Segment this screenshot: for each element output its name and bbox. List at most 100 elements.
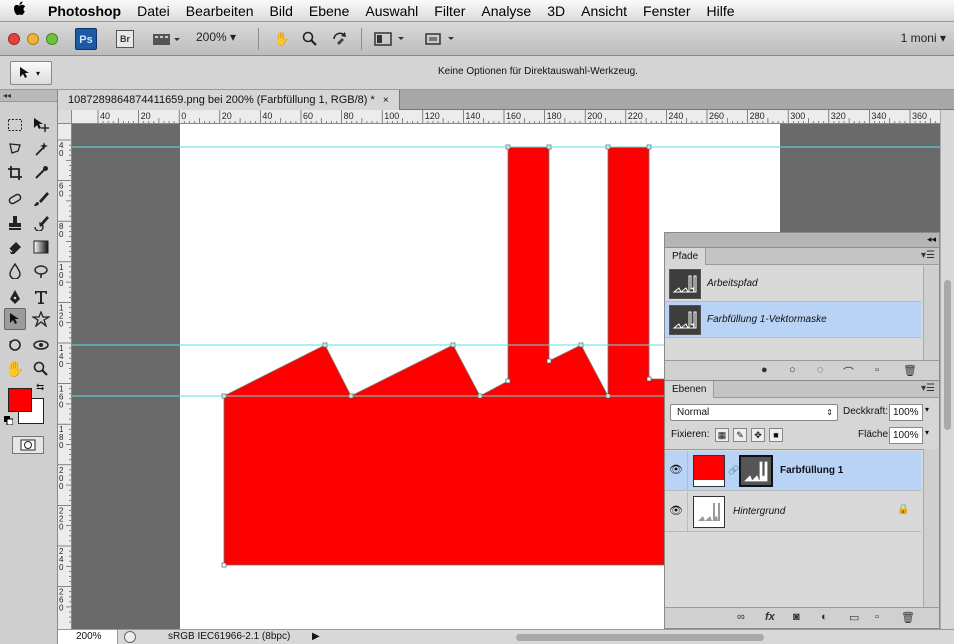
zoom-tool-icon[interactable] bbox=[298, 28, 322, 50]
collapse-panel-icon[interactable]: ◂◂ bbox=[927, 234, 936, 245]
adjustment-layer-icon[interactable]: ◐ bbox=[821, 611, 828, 623]
fill-field[interactable]: 100% bbox=[889, 427, 923, 444]
workspace-switcher[interactable]: 1 moni ▾ bbox=[901, 31, 946, 45]
layers-scrollbar[interactable] bbox=[923, 449, 939, 607]
new-path-icon[interactable]: ▫ bbox=[875, 364, 879, 376]
pen-tool-icon[interactable] bbox=[4, 286, 26, 308]
tab-pfade[interactable]: Pfade bbox=[665, 248, 707, 265]
delete-layer-icon[interactable]: 🗑 bbox=[901, 611, 915, 624]
menu-3d[interactable]: 3D bbox=[539, 3, 573, 19]
status-menu-arrow-icon[interactable]: ▶ bbox=[312, 631, 320, 642]
history-brush-tool-icon[interactable] bbox=[30, 212, 52, 234]
tab-ebenen[interactable]: Ebenen bbox=[665, 381, 715, 398]
menu-fenster[interactable]: Fenster bbox=[635, 3, 698, 19]
load-selection-icon[interactable]: ◌ bbox=[817, 364, 824, 376]
apple-menu-icon[interactable] bbox=[0, 1, 40, 21]
blur-tool-icon[interactable] bbox=[4, 260, 26, 282]
lasso-tool-icon[interactable] bbox=[4, 138, 26, 160]
fill-dropdown-icon[interactable]: ▾ bbox=[925, 428, 929, 437]
menu-auswahl[interactable]: Auswahl bbox=[357, 3, 426, 19]
crop-tool-icon[interactable] bbox=[4, 162, 26, 184]
menu-bearbeiten[interactable]: Bearbeiten bbox=[178, 3, 262, 19]
path-item-selected[interactable]: Farbfüllung 1-Vektormaske bbox=[665, 302, 921, 338]
ruler-origin[interactable] bbox=[58, 110, 72, 124]
panel-dock-header[interactable]: ◂◂ bbox=[665, 233, 939, 248]
stroke-path-icon[interactable]: ○ bbox=[789, 364, 796, 376]
zoom-level-select[interactable]: 200% ▾ bbox=[196, 30, 236, 44]
marquee-tool-icon[interactable] bbox=[4, 114, 26, 136]
panel-menu-icon[interactable]: ▾☰ bbox=[921, 250, 935, 261]
document-tab[interactable]: 1087289864874411659.png bei 200% (Farbfü… bbox=[58, 90, 400, 110]
gradient-tool-icon[interactable] bbox=[30, 236, 52, 258]
3d-orbit-tool-icon[interactable] bbox=[30, 334, 52, 356]
dodge-tool-icon[interactable] bbox=[30, 260, 52, 282]
menu-bild[interactable]: Bild bbox=[262, 3, 301, 19]
vector-mask-thumbnail[interactable] bbox=[739, 455, 773, 487]
horizontal-ruler[interactable]: 40 20 0 20 40 60 80 100 120 140 160 180 200 220 240 260… bbox=[72, 110, 940, 124]
menu-hilfe[interactable]: Hilfe bbox=[699, 3, 743, 19]
delete-path-icon[interactable]: 🗑 bbox=[903, 364, 917, 377]
hand-tool-icon[interactable]: ✋ bbox=[270, 28, 294, 50]
new-layer-icon[interactable]: ▫ bbox=[875, 611, 879, 623]
fill-path-icon[interactable]: ● bbox=[761, 364, 768, 376]
anchor-point[interactable] bbox=[646, 376, 652, 382]
3d-rotate-tool-icon[interactable] bbox=[4, 334, 26, 356]
minimize-window-button[interactable] bbox=[27, 33, 39, 45]
menu-ebene[interactable]: Ebene bbox=[301, 3, 357, 19]
close-tab-icon[interactable]: × bbox=[383, 95, 389, 106]
new-group-icon[interactable]: ▭ bbox=[849, 611, 859, 624]
quick-mask-button[interactable] bbox=[12, 436, 44, 454]
eraser-tool-icon[interactable] bbox=[4, 236, 26, 258]
custom-shape-tool-icon[interactable] bbox=[30, 308, 52, 330]
magic-wand-tool-icon[interactable] bbox=[30, 138, 52, 160]
view-extras-button[interactable] bbox=[150, 28, 182, 50]
collapse-tools-icon[interactable]: ◂◂ bbox=[0, 90, 57, 102]
layer-row-fill[interactable]: 👁 🔗 Farbfüllung 1 bbox=[665, 451, 921, 491]
status-zoom-field[interactable]: 200% bbox=[58, 630, 118, 644]
screen-mode-button[interactable] bbox=[422, 28, 458, 50]
panel-menu-icon[interactable]: ▾☰ bbox=[921, 383, 935, 394]
menu-ansicht[interactable]: Ansicht bbox=[573, 3, 635, 19]
zoom-tool-icon[interactable] bbox=[30, 358, 52, 380]
path-item[interactable]: Arbeitspfad bbox=[665, 266, 921, 302]
vertical-ruler[interactable]: 406080100120140160180200220240260 bbox=[58, 124, 72, 629]
add-mask-icon[interactable]: ◙ bbox=[793, 611, 800, 623]
brush-tool-icon[interactable] bbox=[30, 188, 52, 210]
zoom-window-button[interactable] bbox=[46, 33, 58, 45]
layer-style-icon[interactable]: fx bbox=[765, 611, 775, 623]
clone-stamp-tool-icon[interactable] bbox=[4, 212, 26, 234]
anchor-point[interactable] bbox=[505, 378, 511, 384]
close-window-button[interactable] bbox=[8, 33, 20, 45]
eyedropper-tool-icon[interactable] bbox=[30, 162, 52, 184]
menu-photoshop[interactable]: Photoshop bbox=[40, 3, 129, 19]
make-work-path-icon[interactable]: ⌒ bbox=[843, 364, 854, 380]
vertical-scroll-thumb[interactable] bbox=[944, 280, 951, 430]
horizontal-scroll-thumb[interactable] bbox=[516, 634, 764, 641]
default-colors-icon[interactable] bbox=[4, 416, 14, 426]
opacity-dropdown-icon[interactable]: ▾ bbox=[925, 405, 929, 414]
blend-mode-select[interactable]: Normal ⇕ bbox=[670, 404, 838, 421]
lock-image-icon[interactable]: ✎ bbox=[733, 428, 747, 442]
lock-transparency-icon[interactable]: ▦ bbox=[715, 428, 729, 442]
menu-datei[interactable]: Datei bbox=[129, 3, 178, 19]
anchor-point[interactable] bbox=[221, 562, 227, 568]
swap-colors-icon[interactable]: ⇆ bbox=[36, 382, 44, 393]
move-tool-icon[interactable] bbox=[30, 114, 52, 136]
tool-preset-picker[interactable]: ▾ bbox=[10, 61, 52, 85]
lock-position-icon[interactable]: ✥ bbox=[751, 428, 765, 442]
path-selection-tool-icon[interactable] bbox=[4, 308, 26, 330]
menu-analyse[interactable]: Analyse bbox=[473, 3, 539, 19]
bridge-launch-button[interactable]: Br bbox=[116, 30, 134, 48]
visibility-eye-icon[interactable]: 👁 bbox=[669, 463, 683, 476]
foreground-color-swatch[interactable] bbox=[8, 388, 32, 412]
visibility-eye-icon[interactable]: 👁 bbox=[669, 504, 683, 517]
fill-layer-thumbnail[interactable] bbox=[693, 455, 725, 487]
link-layers-icon[interactable]: ∞ bbox=[737, 611, 745, 623]
lock-all-icon[interactable]: ■ bbox=[769, 428, 783, 442]
paths-scrollbar[interactable] bbox=[923, 266, 939, 360]
layer-name[interactable]: Farbfüllung 1 bbox=[780, 465, 843, 476]
arrange-documents-button[interactable] bbox=[372, 28, 408, 50]
rotate-view-icon[interactable] bbox=[328, 28, 352, 50]
menu-filter[interactable]: Filter bbox=[426, 3, 473, 19]
background-layer-thumbnail[interactable] bbox=[693, 496, 725, 528]
